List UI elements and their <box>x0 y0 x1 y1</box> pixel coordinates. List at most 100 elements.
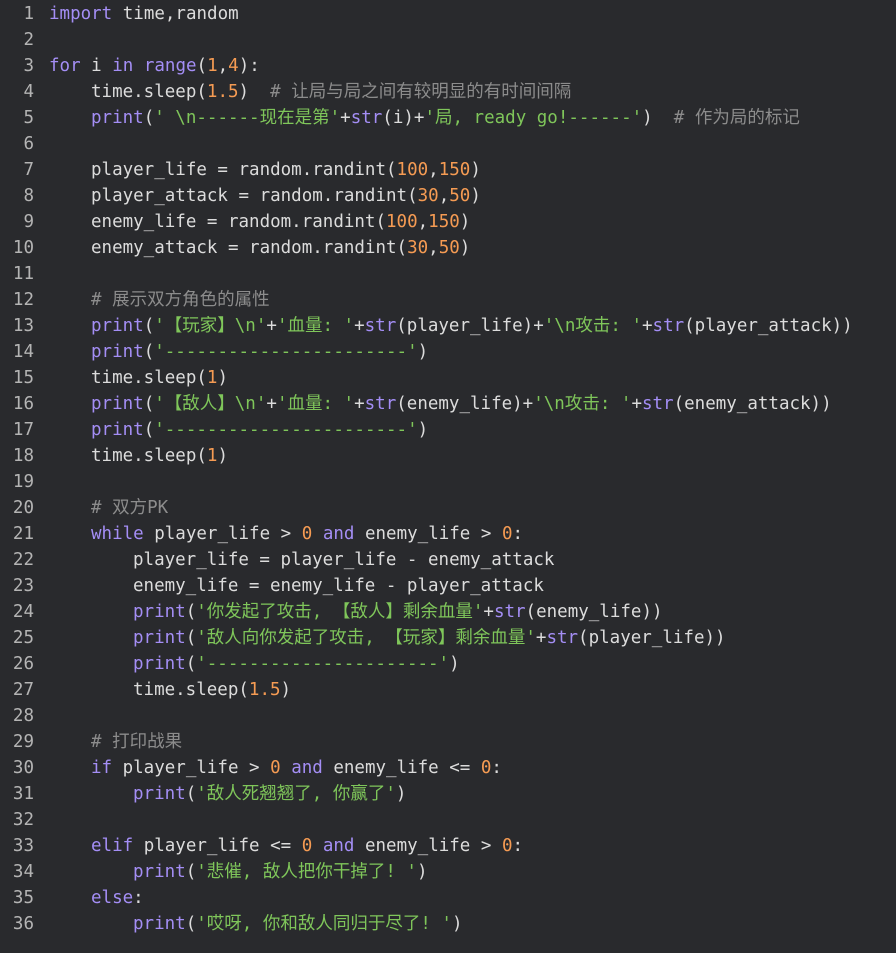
line-number: 30 <box>12 758 34 778</box>
code-token: '-----------------------' <box>154 420 418 440</box>
code-line[interactable]: 2 <box>0 27 896 53</box>
code-line[interactable]: 17 print('-----------------------') <box>0 417 896 443</box>
line-number: 10 <box>12 238 34 258</box>
code-token: print <box>133 784 186 804</box>
code-line[interactable]: 6 <box>0 131 896 157</box>
code-line[interactable]: 7 player_life = random.randint(100,150) <box>0 157 896 183</box>
code-token: 100 <box>396 160 429 180</box>
code-token: ( <box>143 420 155 440</box>
line-number: 16 <box>12 394 34 414</box>
line-number: 34 <box>12 862 34 882</box>
code-line[interactable]: 25 print('敌人向你发起了攻击, 【玩家】剩余血量'+str(player… <box>0 625 896 651</box>
code-text: # 展示双方角色的属性 <box>91 287 270 313</box>
code-line[interactable]: 3 for i in range(1,4): <box>0 53 896 79</box>
code-token: str <box>546 628 579 648</box>
code-token: + <box>340 108 351 128</box>
code-token: print <box>91 316 144 336</box>
code-token: ( <box>185 628 197 648</box>
code-text: print('你发起了攻击, 【敌人】剩余血量'+str(enemy_life)… <box>133 599 663 625</box>
code-token: str <box>493 602 526 622</box>
line-number: 3 <box>23 56 34 76</box>
code-line[interactable]: 15 time.sleep(1) <box>0 365 896 391</box>
code-line[interactable]: 13 print('【玩家】\n'+'血量: '+str(player_life)… <box>0 313 896 339</box>
code-token: ) <box>417 420 429 440</box>
code-token: enemy_life > <box>354 836 502 856</box>
code-line[interactable]: 14 print('-----------------------') <box>0 339 896 365</box>
code-token: print <box>91 420 144 440</box>
code-line[interactable]: 18 time.sleep(1) <box>0 443 896 469</box>
line-number: 22 <box>12 550 34 570</box>
code-token: 1.5 <box>206 82 239 102</box>
code-token: for <box>49 56 81 76</box>
code-line[interactable]: 33 elif player_life <= 0 and enemy_life >… <box>0 833 896 859</box>
code-token: 0 <box>270 758 281 778</box>
line-number: 32 <box>12 810 34 830</box>
code-token: print <box>91 108 144 128</box>
code-line[interactable]: 30 if player_life > 0 and enemy_life <= 0… <box>0 755 896 781</box>
code-line[interactable]: 8 player_attack = random.randint(30,50) <box>0 183 896 209</box>
code-editor[interactable]: 1 import time,random 2 3 for i in range(1,4)… <box>0 0 896 953</box>
line-number: 14 <box>12 342 34 362</box>
code-line[interactable]: 4 time.sleep(1.5) # 让局与局之间有较明显的有时间间隔 <box>0 79 896 105</box>
code-text: print('-----------------------') <box>91 339 428 365</box>
code-token: , <box>217 56 229 76</box>
code-text: print('-----------------------') <box>91 417 428 443</box>
code-text: else: <box>91 885 144 911</box>
code-line[interactable]: 23 enemy_life = enemy_life - player_attac… <box>0 573 896 599</box>
code-line[interactable]: 28 <box>0 703 896 729</box>
line-number: 13 <box>12 316 34 336</box>
code-token: ) <box>642 108 674 128</box>
line-number: 5 <box>23 108 34 128</box>
code-token: print <box>133 862 186 882</box>
code-token: + <box>354 316 365 336</box>
code-text: time.sleep(1.5) <box>133 677 291 703</box>
code-line[interactable]: 26 print('----------------------') <box>0 651 896 677</box>
code-token: '血量: ' <box>276 394 355 414</box>
code-token: # 展示双方角色的属性 <box>91 290 270 310</box>
code-line[interactable]: 1 import time,random <box>0 1 896 27</box>
code-token: ) <box>417 342 429 362</box>
code-line[interactable]: 19 <box>0 469 896 495</box>
code-token: # 双方PK <box>91 498 169 518</box>
code-token: : <box>512 524 524 544</box>
code-line[interactable]: 9 enemy_life = random.randint(100,150) <box>0 209 896 235</box>
code-token: else <box>91 888 134 908</box>
code-line[interactable]: 20 # 双方PK <box>0 495 896 521</box>
code-line[interactable]: 22 player_life = player_life - enemy_atta… <box>0 547 896 573</box>
code-line[interactable]: 12 # 展示双方角色的属性 <box>0 287 896 313</box>
code-token: '----------------------' <box>196 654 450 674</box>
code-token: ) <box>470 160 481 180</box>
code-token: , <box>428 238 439 258</box>
code-line[interactable]: 32 <box>0 807 896 833</box>
code-text: print('【玩家】\n'+'血量: '+str(player_life)+'… <box>91 313 853 339</box>
code-line[interactable]: 10 enemy_attack = random.randint(30,50) <box>0 235 896 261</box>
code-text: while player_life > 0 and enemy_life > 0… <box>91 521 523 547</box>
line-number: 24 <box>12 602 34 622</box>
code-line[interactable]: 11 <box>0 261 896 287</box>
code-line[interactable]: 34 print('悲催, 敌人把你干掉了! ') <box>0 859 896 885</box>
code-line[interactable]: 27 time.sleep(1.5) <box>0 677 896 703</box>
code-line[interactable]: 29 # 打印战果 <box>0 729 896 755</box>
line-number: 15 <box>12 368 34 388</box>
code-token: (enemy_life)) <box>525 602 663 622</box>
code-line[interactable]: 5 print(' \n------现在是第'+str(i)+'局, ready … <box>0 105 896 131</box>
code-line[interactable]: 36 print('哎呀, 你和敌人同归于尽了! ') <box>0 911 896 937</box>
code-token: if <box>91 758 113 778</box>
code-token: 0 <box>501 524 513 544</box>
code-token: # 让局与局之间有较明显的有时间间隔 <box>270 82 572 102</box>
code-token: 150 <box>438 160 471 180</box>
code-token: 50 <box>449 186 471 206</box>
code-token: ) <box>459 238 471 258</box>
code-line[interactable]: 16 print('【敌人】\n'+'血量: '+str(enemy_life)+… <box>0 391 896 417</box>
code-token: (player_attack)) <box>684 316 853 336</box>
code-token: ( <box>143 316 155 336</box>
code-line[interactable]: 35 else: <box>0 885 896 911</box>
code-line[interactable]: 24 print('你发起了攻击, 【敌人】剩余血量'+str(enemy_lif… <box>0 599 896 625</box>
code-token: '敌人死翘翘了, 你赢了' <box>196 784 396 804</box>
code-token: + <box>266 394 277 414</box>
code-token: and <box>291 758 323 778</box>
code-token: player_life > <box>112 758 271 778</box>
code-line[interactable]: 31 print('敌人死翘翘了, 你赢了') <box>0 781 896 807</box>
code-line[interactable]: 21 while player_life > 0 and enemy_life >… <box>0 521 896 547</box>
